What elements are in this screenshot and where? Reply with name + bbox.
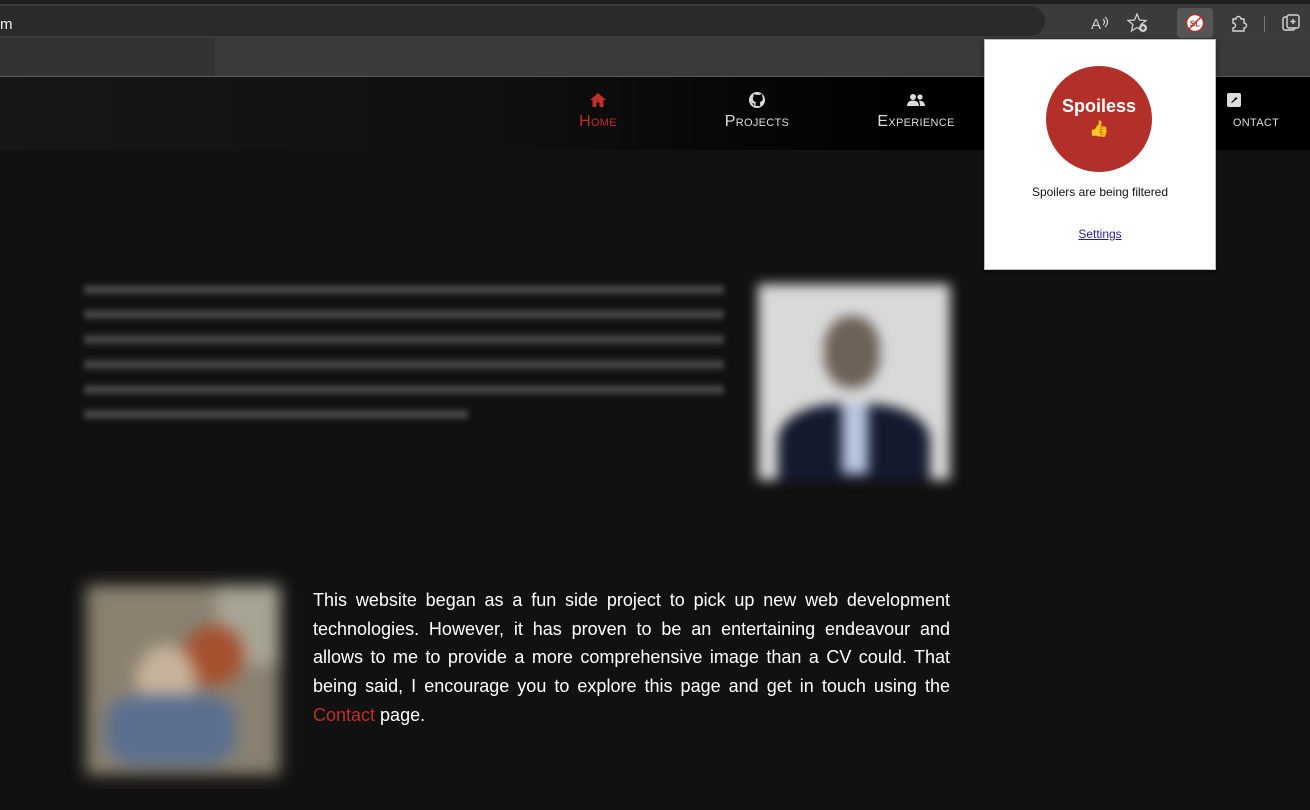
nav-item-label: Home <box>579 113 617 130</box>
settings-link[interactable]: Settings <box>985 227 1215 241</box>
spoiless-extension-icon[interactable]: SL <box>1177 8 1213 38</box>
nav-item-projects[interactable]: Projects <box>677 91 837 131</box>
logo-title: Spoiless <box>1061 96 1137 116</box>
spoiless-extension-popup: Spoiless 👍 Spoilers are being filtered S… <box>984 39 1216 270</box>
nav-item-label: ontact <box>1232 113 1280 130</box>
browser-toolbar: m A SL <box>0 4 1310 38</box>
nav-item-label: Experience <box>877 113 955 130</box>
favorite-add-icon[interactable] <box>1123 8 1153 38</box>
browser-viewport: m A SL <box>0 0 1310 810</box>
intro-paragraph: This website began as a fun side project… <box>313 586 950 730</box>
bookmarks-folder[interactable] <box>0 38 214 75</box>
github-icon <box>749 92 765 108</box>
address-bar[interactable]: m <box>0 6 1045 36</box>
contact-link[interactable]: Contact <box>313 705 375 725</box>
intro-suffix: page. <box>375 704 426 725</box>
contact-book-icon <box>1227 93 1241 107</box>
collections-icon[interactable] <box>1276 8 1306 38</box>
thumbs-up-icon: 👍 <box>1089 121 1109 138</box>
blurred-portrait-photo <box>758 284 950 480</box>
home-icon <box>590 93 606 107</box>
blurred-bio-paragraph <box>84 285 724 460</box>
address-text: m <box>0 16 13 33</box>
nav-item-home[interactable]: Home <box>518 91 678 131</box>
toolbar-separator <box>1264 16 1265 32</box>
nav-item-experience[interactable]: Experience <box>836 91 996 131</box>
read-aloud-icon[interactable]: A <box>1085 8 1115 38</box>
extensions-puzzle-icon[interactable] <box>1224 8 1254 38</box>
spoiless-logo: Spoiless 👍 <box>1046 66 1152 172</box>
filter-status-text: Spoilers are being filtered <box>1031 185 1169 199</box>
svg-text:A: A <box>1091 16 1101 32</box>
nav-item-label: Projects <box>724 113 790 130</box>
users-icon <box>907 94 925 106</box>
blurred-secondary-photo <box>86 585 280 775</box>
intro-text: This website began as a fun side project… <box>313 590 950 697</box>
